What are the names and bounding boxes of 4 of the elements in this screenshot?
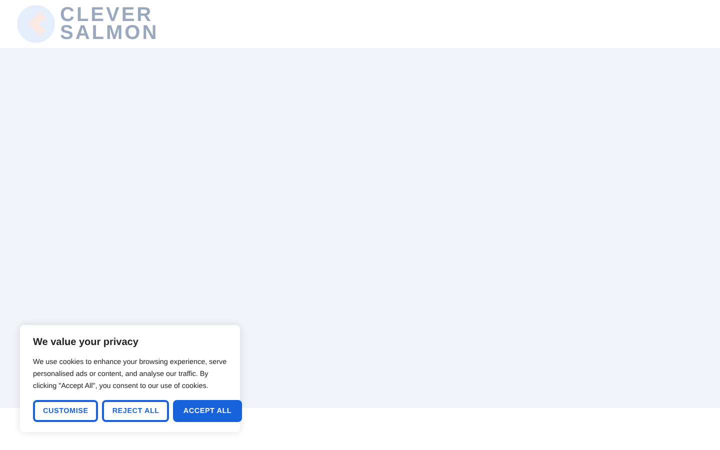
logo-text: SALMON <box>60 24 159 42</box>
logo-text: CLEVER <box>60 6 154 24</box>
banner-title: We value your privacy <box>33 336 140 350</box>
logo-icon <box>16 4 56 44</box>
